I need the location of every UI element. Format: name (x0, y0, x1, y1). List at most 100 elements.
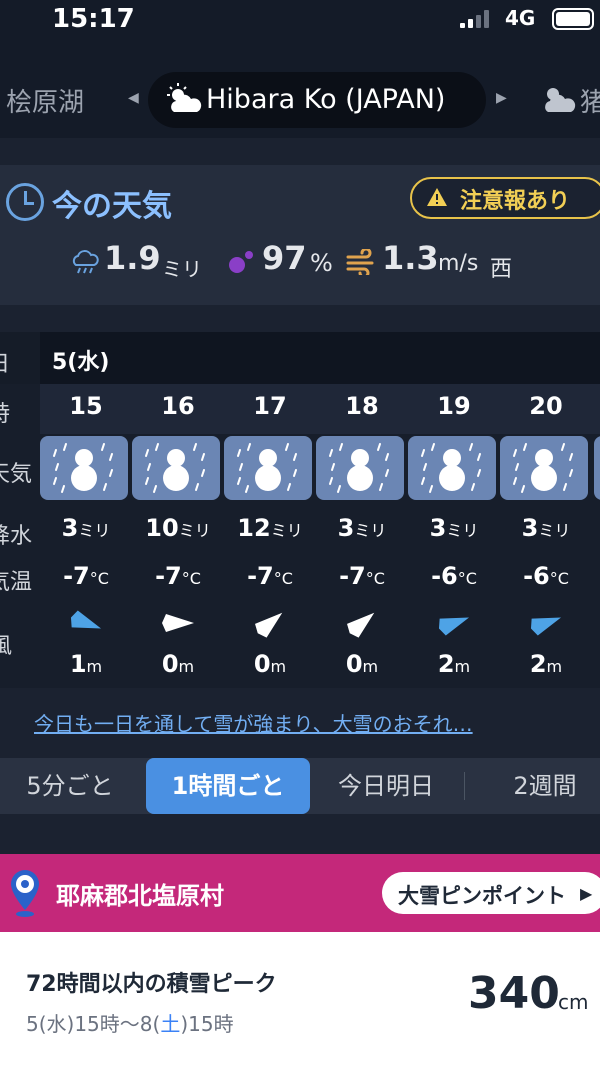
wind-icon (346, 249, 374, 275)
temp-cell: -7°C (155, 562, 201, 590)
weather-cell (500, 436, 592, 500)
prev-location-arrow-icon[interactable]: ◀ (128, 90, 139, 106)
wind-dir-cell (316, 608, 408, 638)
wind-value: 1.3 (382, 239, 439, 277)
row-label-weather: 天気 (0, 462, 33, 487)
row-label-wind: 風 (0, 634, 13, 659)
snow-icon (329, 443, 389, 493)
weather-cell (40, 436, 132, 500)
network-type: 4G (505, 6, 536, 30)
current-weather-panel: 今の天気 注意報あり 1.9 ミリ 97 % 1.3 m/s 西 (0, 165, 600, 305)
humidity-icon (229, 251, 253, 273)
row-label-precip: 降水 (0, 524, 33, 549)
wind-dir-cell (408, 608, 500, 638)
row-label-temp: 気温 (0, 570, 33, 595)
hour-cell: 15 (69, 392, 103, 420)
precip-cell: 10ミリ (145, 514, 211, 542)
snow-peak-range: 5(水)15時〜8(土)15時 (26, 1012, 234, 1036)
location-next[interactable]: 猪 (580, 82, 600, 119)
clock-icon (6, 183, 44, 221)
snow-icon (53, 443, 113, 493)
wind-unit: m/s (438, 251, 479, 276)
humidity-unit: % (310, 249, 333, 277)
section-gap (0, 814, 600, 854)
rain-cloud-icon (72, 250, 99, 274)
hour-cell: 17 (253, 392, 287, 420)
wind-direction-icon (255, 612, 283, 638)
wind-dir-cell (500, 608, 592, 638)
snow-peak-card[interactable]: 72時間以内の積雪ピーク 5(水)15時〜8(土)15時 340 cm (0, 932, 600, 1066)
humidity-value: 97 (262, 239, 307, 277)
next-location-arrow-icon[interactable]: ▶ (496, 90, 507, 106)
weather-cell (316, 436, 408, 500)
wind-speed-cell: 0m (161, 650, 195, 678)
wind-direction-icon (438, 617, 470, 636)
tab-2weeks[interactable]: 2週間 (470, 758, 600, 814)
location-bar: 桧原湖 ◀ Hibara Ko (JAPAN) ▶ (0, 40, 600, 138)
wind-direction-icon (530, 617, 562, 636)
wind-dir-cell (132, 608, 224, 638)
precip-value: 1.9 (104, 239, 161, 277)
wind-speed-cell: 2m (437, 650, 471, 678)
weather-box-partial (594, 436, 600, 500)
hour-cell: 18 (345, 392, 379, 420)
wind-direction-icon (162, 614, 194, 632)
temp-cell: -7°C (63, 562, 109, 590)
tab-today-tomorrow[interactable]: 今日明日 (316, 758, 456, 814)
hour-cell: 16 (161, 392, 195, 420)
weather-cell (408, 436, 500, 500)
wind-direction: 西 (490, 257, 513, 282)
pinpoint-button-label: 大雪ピンポイント (398, 884, 566, 908)
tab-divider (464, 772, 465, 800)
status-bar: 15:17 4G (0, 0, 600, 40)
wind-speed-cell: 0m (253, 650, 287, 678)
partly-cloudy-icon (545, 88, 576, 112)
wind-speed-cell: 0m (345, 650, 379, 678)
location-prev[interactable]: 桧原湖 (6, 82, 84, 119)
row-label-hour: 時 (0, 396, 10, 428)
wind-speed-cell: 2m (529, 650, 563, 678)
forecast-summary-link[interactable]: 今日も一日を通して雪が強まり、大雪のおそれ… (34, 708, 473, 737)
temp-cell: -6°C (431, 562, 477, 590)
warning-icon (427, 188, 447, 206)
wind-speed-cell: 1m (69, 650, 103, 678)
wind-dir-cell (40, 608, 132, 638)
map-pin-icon (11, 870, 39, 917)
status-time: 15:17 (52, 4, 135, 34)
location-selector[interactable]: Hibara Ko (JAPAN) (148, 72, 486, 128)
date-label: 5(水) (52, 350, 110, 375)
battery-icon (552, 8, 594, 30)
wind-direction-icon (70, 610, 102, 629)
snow-peak-unit: cm (558, 990, 589, 1014)
temp-cell: -7°C (339, 562, 385, 590)
snow-icon (237, 443, 297, 493)
wind-direction-icon (347, 612, 375, 638)
signal-icon (460, 10, 496, 28)
hour-cell: 20 (529, 392, 563, 420)
hour-cell: 19 (437, 392, 471, 420)
tab-5min[interactable]: 5分ごと (0, 758, 140, 814)
pinpoint-banner: 耶麻郡北塩原村 大雪ピンポイント ▶ (0, 854, 600, 932)
partly-cloudy-icon (167, 83, 202, 112)
current-weather-title: 今の天気 (52, 189, 172, 224)
snow-icon (513, 443, 573, 493)
snow-icon (421, 443, 481, 493)
row-label-date: 日 (0, 346, 10, 378)
tab-hourly[interactable]: 1時間ごと (146, 758, 310, 814)
alert-badge[interactable]: 注意報あり (410, 177, 600, 219)
temp-cell: -6°C (523, 562, 569, 590)
weather-cell (132, 436, 224, 500)
snow-peak-heading: 72時間以内の積雪ピーク (26, 972, 277, 997)
alert-text: 注意報あり (460, 189, 571, 214)
precip-cell: 3ミリ (429, 514, 479, 542)
date-cell: 5(水) (40, 332, 600, 384)
precip-cell: 3ミリ (337, 514, 387, 542)
temp-cell: -7°C (247, 562, 293, 590)
hourly-forecast-table: 5(水) 日 時 天気 降水 気温 風 15 3ミリ -7°C 1m 16 10ミリ -7°… (0, 332, 600, 688)
wind-dir-cell (224, 608, 316, 638)
weather-cell (224, 436, 316, 500)
heavy-snow-pinpoint-button[interactable]: 大雪ピンポイント ▶ (382, 872, 600, 914)
snow-peak-value: 340 (468, 968, 560, 1019)
precip-cell: 3ミリ (61, 514, 111, 542)
precip-cell: 3ミリ (521, 514, 571, 542)
